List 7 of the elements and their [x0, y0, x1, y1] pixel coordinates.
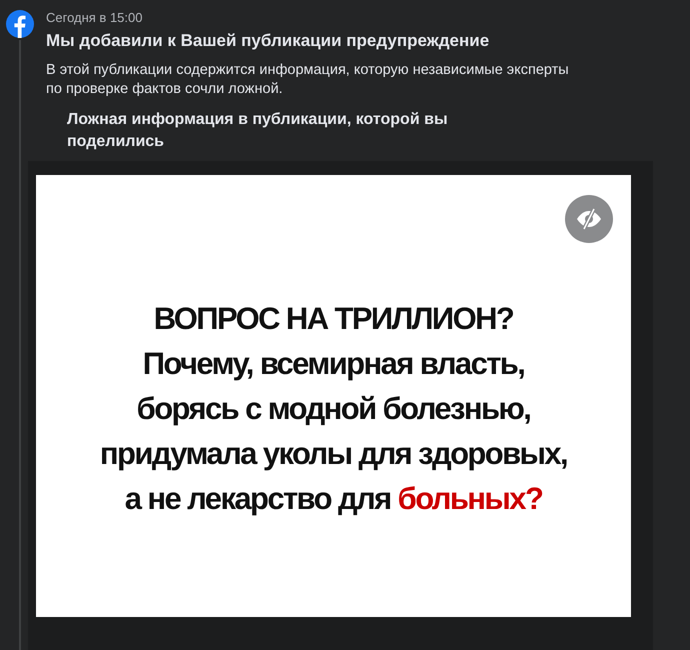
post-heading: Ложная информация в публикации, которой вы поделились	[67, 110, 449, 152]
notification-text: В этой публикации содержится информация, которую независимые эксперты по проверке фактов сочли ложной.	[46, 61, 570, 99]
hidden-eye-icon[interactable]	[565, 195, 613, 243]
timestamp: Сегодня в 15:00	[46, 10, 144, 25]
image-text: ВОПРОС НА ТРИЛЛИОН? Почему, всемирная власть, борясь с модной болезнью, придумала уколы для здоровых, а не лекарство для больных?	[100, 300, 568, 518]
notification-title: Мы добавили к Вашей публикации предупреждение	[46, 31, 490, 51]
facebook-logo-icon	[6, 10, 34, 38]
